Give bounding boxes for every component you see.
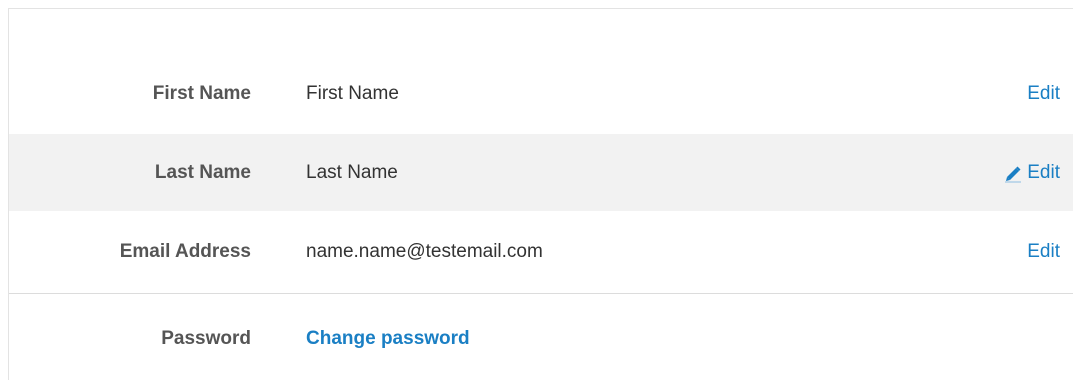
last-name-edit-link[interactable]: Edit — [1003, 162, 1060, 184]
first-name-label: First Name — [152, 82, 251, 104]
password-label: Password — [161, 328, 251, 349]
email-label: Email Address — [119, 240, 251, 262]
email-edit-link[interactable]: Edit — [1027, 241, 1060, 263]
email-row: Email Address name.name@testemail.com Ed… — [9, 214, 1073, 289]
last-name-label: Last Name — [154, 161, 251, 183]
first-name-value: First Name — [306, 82, 399, 104]
last-name-row: Last Name Last Name Edit — [9, 134, 1073, 211]
first-name-row: First Name First Name Edit — [9, 56, 1073, 131]
password-row: Password Change password — [9, 304, 1073, 374]
account-settings-panel: First Name First Name Edit Last Name Las… — [8, 8, 1073, 380]
email-value: name.name@testemail.com — [306, 240, 543, 262]
last-name-edit-label: Edit — [1027, 161, 1060, 183]
last-name-value: Last Name — [306, 161, 398, 183]
first-name-edit-link[interactable]: Edit — [1027, 83, 1060, 105]
section-divider — [9, 293, 1073, 294]
change-password-link[interactable]: Change password — [306, 328, 470, 350]
pencil-icon — [1005, 166, 1022, 183]
